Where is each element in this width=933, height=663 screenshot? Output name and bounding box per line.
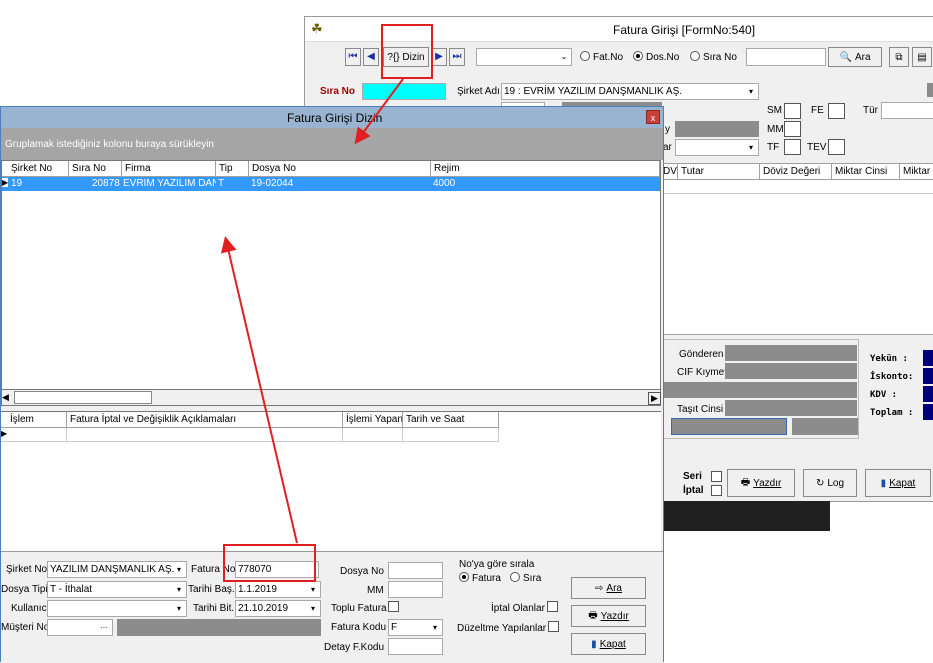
arrow-dizin-to-grid <box>354 78 404 145</box>
arrow-fatura-to-grid <box>220 236 298 544</box>
annotation-arrows <box>220 78 404 544</box>
